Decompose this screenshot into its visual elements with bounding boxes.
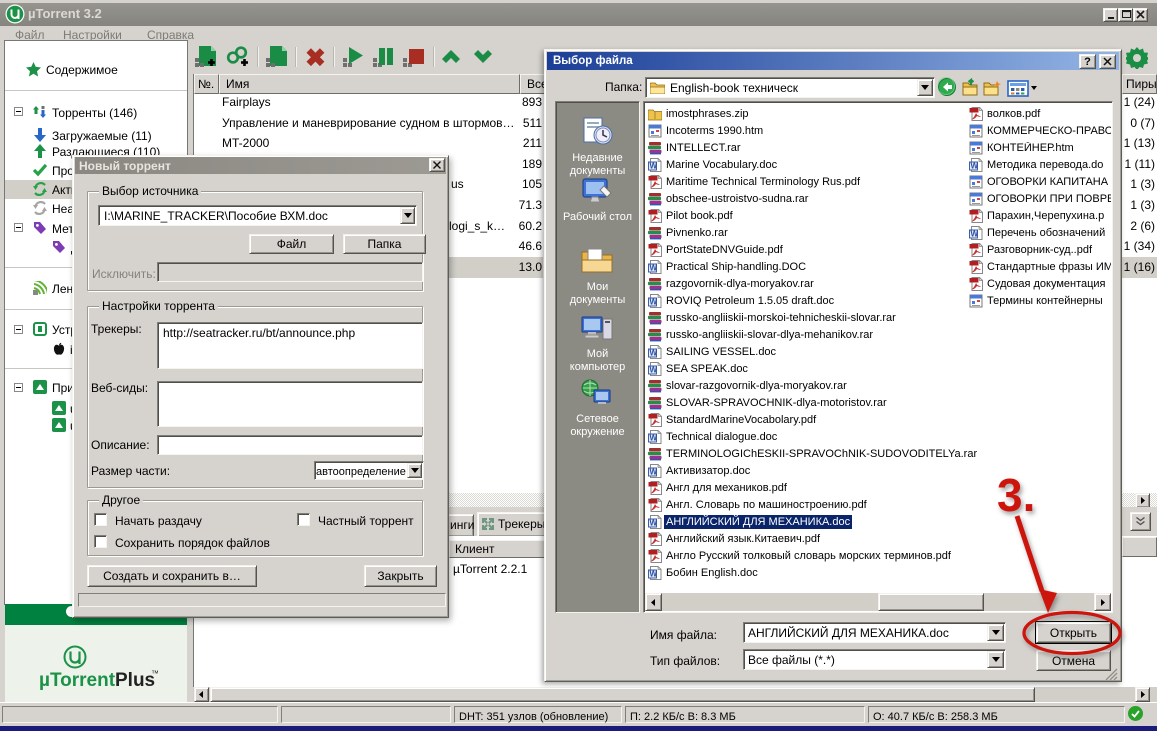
svg-text:W: W	[650, 162, 658, 171]
svg-text:W: W	[971, 162, 979, 171]
svg-text:W: W	[650, 366, 658, 375]
svg-text:W: W	[650, 570, 658, 579]
svg-text:µTorrent: µTorrent	[39, 670, 116, 690]
svg-text:W: W	[650, 434, 658, 443]
svg-text:™: ™	[151, 669, 158, 678]
svg-text:Plus: Plus	[115, 670, 155, 690]
svg-text:W: W	[650, 298, 658, 307]
svg-text:3.: 3.	[997, 469, 1035, 521]
svg-text:W: W	[650, 519, 658, 528]
svg-text:W: W	[650, 264, 658, 273]
svg-text:W: W	[650, 349, 658, 358]
svg-text:W: W	[971, 230, 979, 239]
svg-text:W: W	[650, 468, 658, 477]
